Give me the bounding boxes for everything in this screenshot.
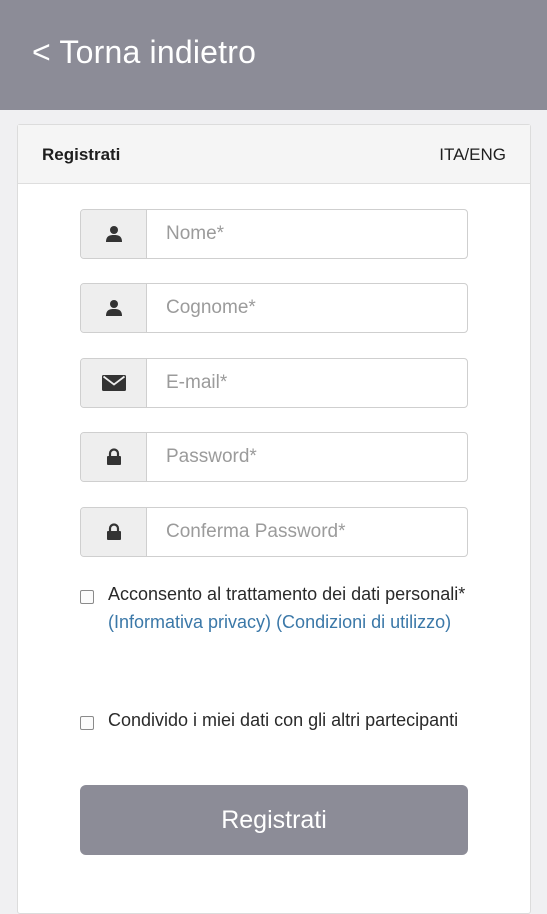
consent-checkbox[interactable] xyxy=(80,590,94,604)
last-name-field xyxy=(80,283,468,333)
password-field xyxy=(80,432,468,482)
password-input[interactable] xyxy=(147,433,467,481)
share-data-checkbox[interactable] xyxy=(80,716,94,730)
email-input[interactable] xyxy=(147,359,467,407)
user-icon xyxy=(81,284,147,332)
share-data-row: Condivido i miei dati con gli altri part… xyxy=(80,706,480,734)
first-name-input[interactable] xyxy=(147,210,467,258)
consent-label: Acconsento al trattamento dei dati perso… xyxy=(108,584,466,604)
user-icon xyxy=(81,210,147,258)
share-data-label: Condivido i miei dati con gli altri part… xyxy=(108,710,459,730)
first-name-field xyxy=(80,209,468,259)
last-name-input[interactable] xyxy=(147,284,467,332)
consent-row: Acconsento al trattamento dei dati perso… xyxy=(80,580,480,636)
email-field xyxy=(80,358,468,408)
registration-card: Registrati ITA/ENG Nome* Cognome* E-mail… xyxy=(17,124,531,914)
top-bar: < Torna indietro xyxy=(0,0,547,110)
privacy-link[interactable]: (Informativa privacy) xyxy=(108,612,271,632)
back-link[interactable]: < Torna indietro xyxy=(32,34,256,71)
card-title: Registrati xyxy=(42,145,121,164)
language-switch[interactable]: ITA/ENG xyxy=(439,145,506,165)
confirm-password-input[interactable] xyxy=(147,508,467,556)
lock-icon xyxy=(81,433,147,481)
card-header: Registrati ITA/ENG xyxy=(18,125,530,184)
envelope-icon xyxy=(81,359,147,407)
register-button[interactable]: Registrati xyxy=(80,785,468,855)
confirm-password-field xyxy=(80,507,468,557)
consent-text-block: Acconsento al trattamento dei dati perso… xyxy=(108,580,465,636)
terms-link[interactable]: (Condizioni di utilizzo) xyxy=(276,612,451,632)
lock-icon xyxy=(81,508,147,556)
